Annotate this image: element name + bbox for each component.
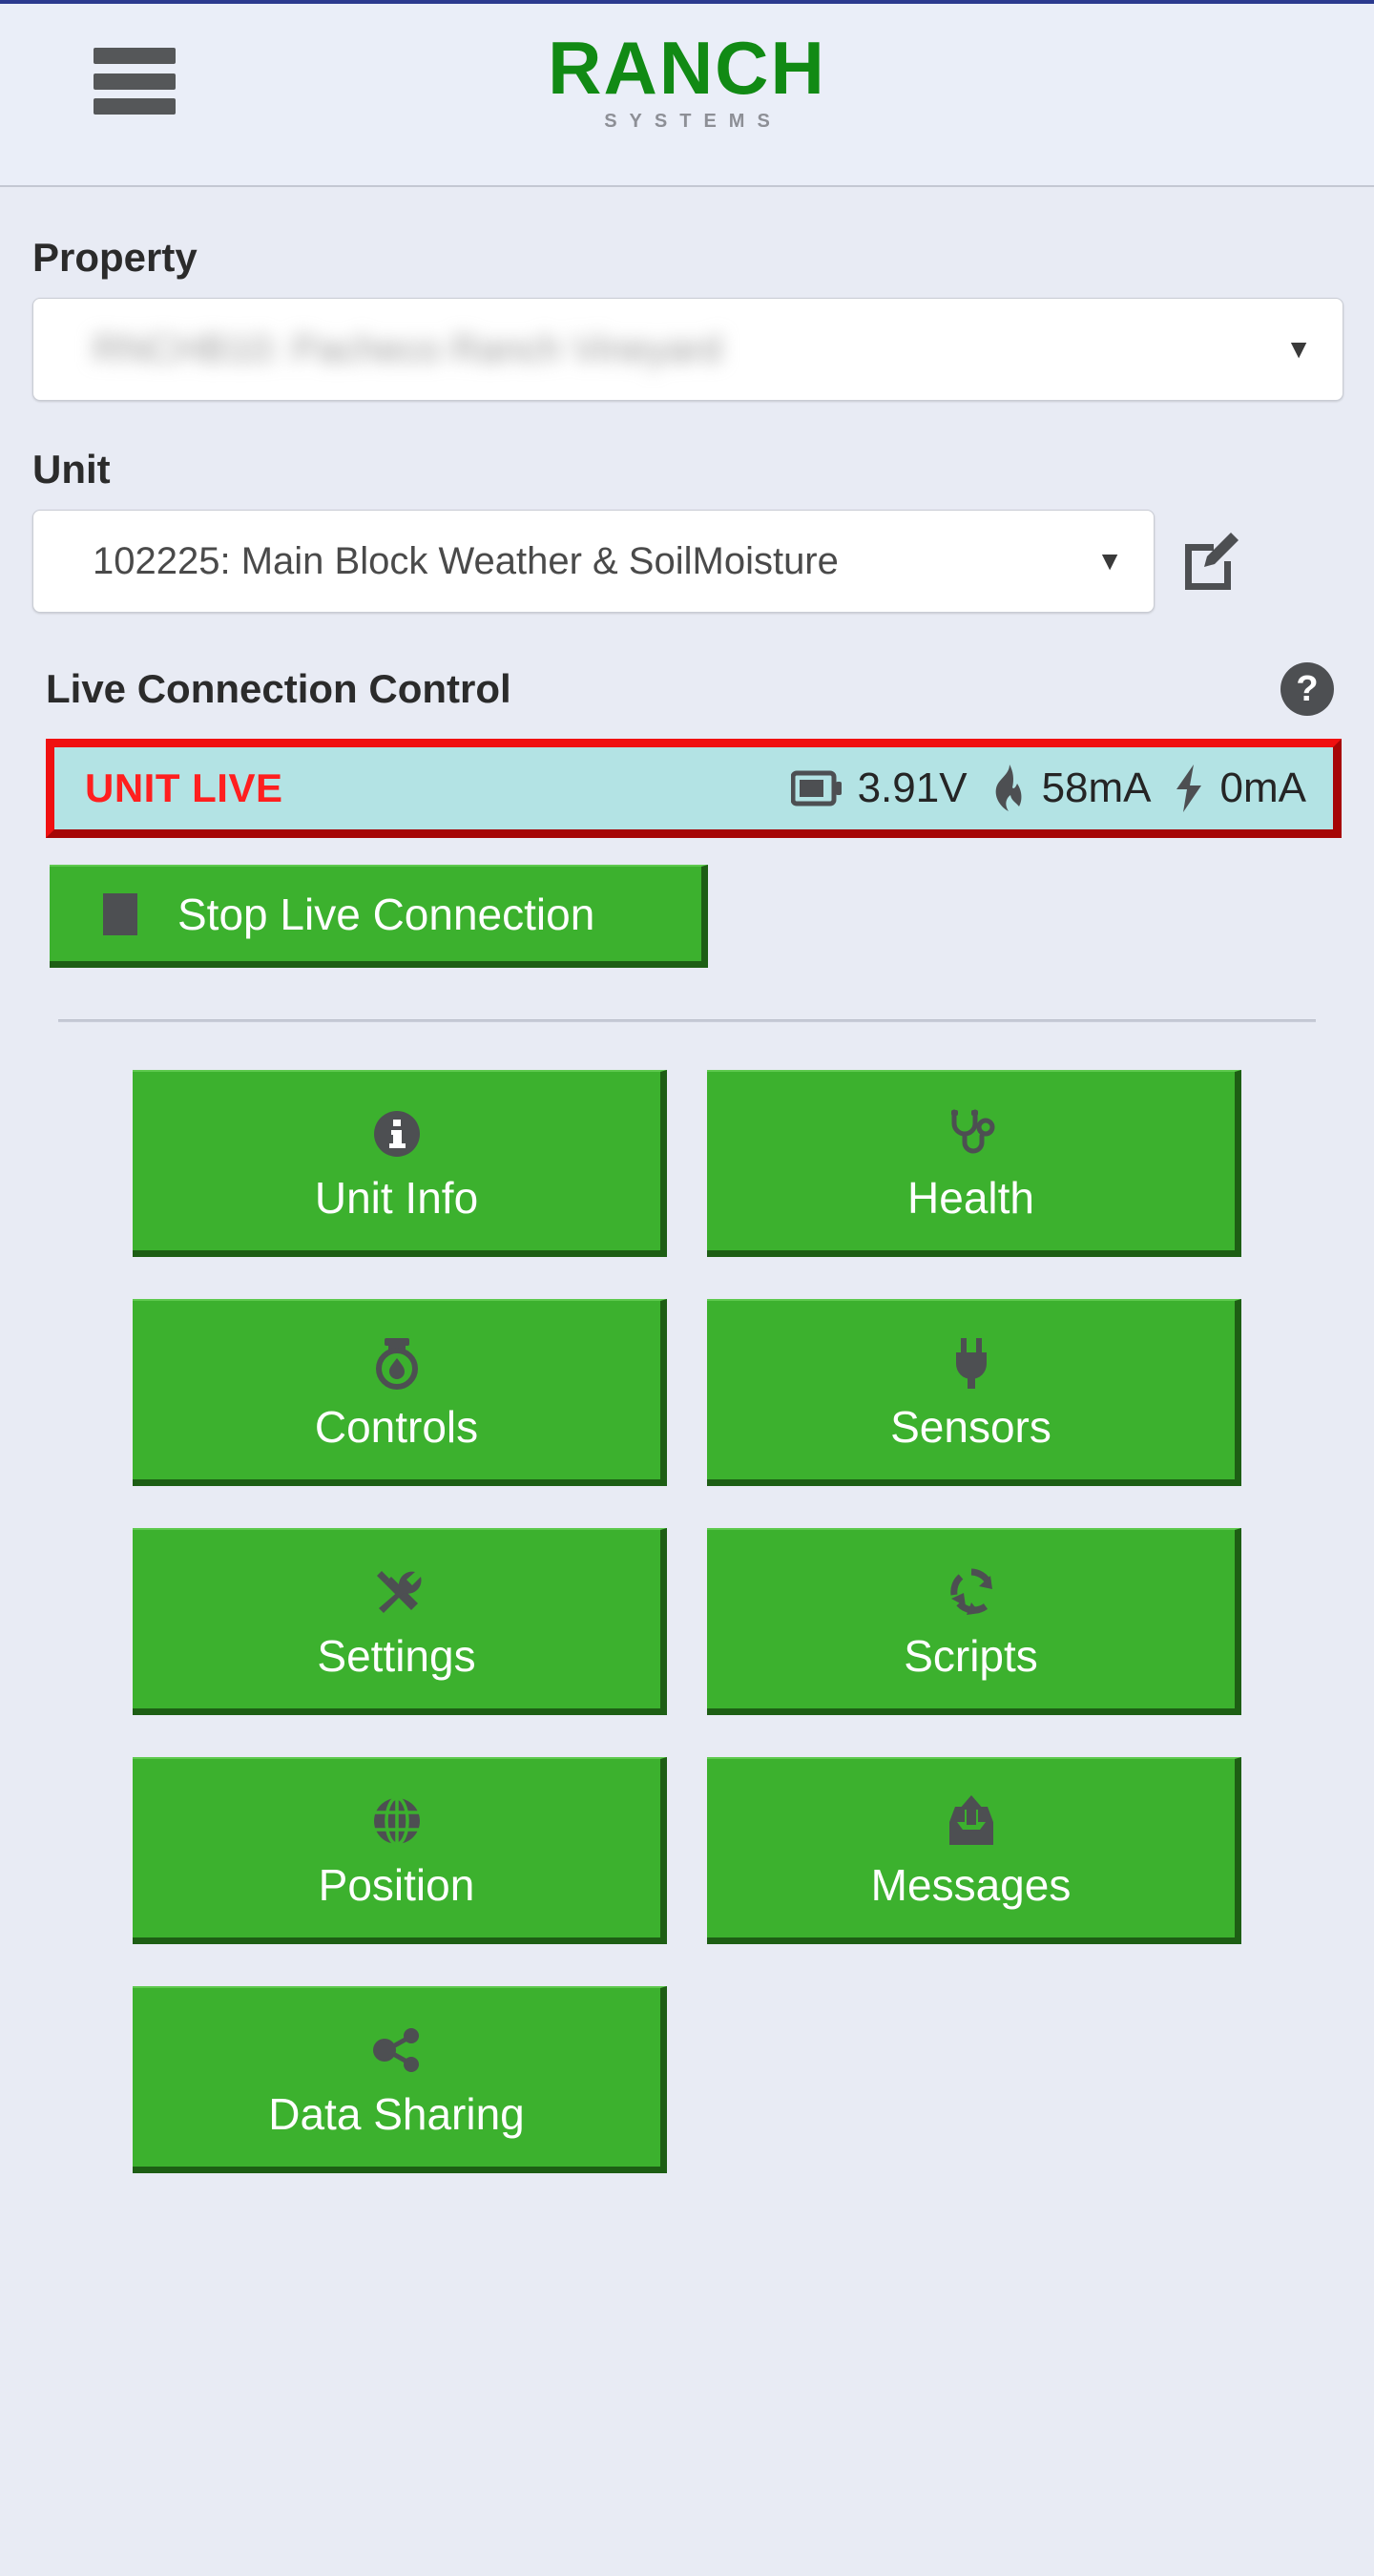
unit-select[interactable]: 102225: Main Block Weather & SoilMoistur… <box>32 510 1155 613</box>
menu-button-settings[interactable]: Settings <box>133 1528 667 1715</box>
chevron-down-icon: ▼ <box>1285 334 1312 364</box>
charge-value: 0mA <box>1219 764 1306 811</box>
menu-label: Health <box>907 1172 1034 1223</box>
section-divider <box>58 1019 1316 1022</box>
status-badge: UNIT LIVE <box>85 765 283 810</box>
menu-label: Settings <box>317 1630 476 1681</box>
stop-live-connection-label: Stop Live Connection <box>177 889 595 939</box>
property-select[interactable]: RNCHB10: Pacheco Ranch Vineyard ▼ <box>32 298 1343 401</box>
flame-icon <box>995 764 1022 811</box>
lightning-bolt-icon <box>1176 764 1201 812</box>
property-select-value: RNCHB10: Pacheco Ranch Vineyard <box>93 327 722 370</box>
current-value: 58mA <box>1041 764 1152 811</box>
battery-value: 3.91V <box>857 764 968 811</box>
stop-live-connection-button[interactable]: Stop Live Connection <box>50 865 708 968</box>
refresh-cycle-icon <box>946 1562 997 1622</box>
menu-button-messages[interactable]: Messages <box>707 1757 1241 1944</box>
property-select-row: RNCHB10: Pacheco Ranch Vineyard ▼ <box>0 298 1374 401</box>
menu-label: Sensors <box>890 1401 1051 1452</box>
main-content: Property RNCHB10: Pacheco Ranch Vineyard… <box>0 189 1374 2173</box>
menu-button-sensors[interactable]: Sensors <box>707 1299 1241 1486</box>
charge-metric: 0mA <box>1173 764 1306 813</box>
app-header: RANCH SYSTEMS <box>0 4 1374 187</box>
menu-label: Scripts <box>904 1630 1038 1681</box>
unit-label: Unit <box>32 447 111 492</box>
menu-label: Messages <box>870 1859 1072 1910</box>
outbox-upload-icon <box>945 1791 998 1851</box>
stethoscope-icon <box>945 1104 998 1163</box>
live-metrics: 3.91V 58mA 0mA <box>790 764 1306 813</box>
menu-label: Controls <box>314 1401 479 1452</box>
battery-icon <box>790 770 842 806</box>
menu-button-unit-info[interactable]: Unit Info <box>133 1070 667 1257</box>
logo-secondary-text: SYSTEMS <box>604 111 782 132</box>
live-connection-title: Live Connection Control <box>46 666 511 711</box>
live-connection-header: Live Connection Control ? <box>0 662 1374 716</box>
app-root: RANCH SYSTEMS Property RNCHB10: Pacheco … <box>0 0 1374 2576</box>
edit-pencil-icon[interactable] <box>1179 531 1240 592</box>
stop-square-icon <box>103 892 137 935</box>
menu-button-data-sharing[interactable]: Data Sharing <box>133 1986 667 2173</box>
help-icon[interactable]: ? <box>1280 662 1334 716</box>
unit-live-status-bar: UNIT LIVE 3.91V 58mA 0mA <box>46 739 1342 838</box>
property-label: Property <box>32 235 198 280</box>
brand-logo: RANCH SYSTEMS <box>0 29 1374 133</box>
current-metric: 58mA <box>989 764 1152 813</box>
menu-label: Position <box>318 1859 475 1910</box>
unit-select-row: 102225: Main Block Weather & SoilMoistur… <box>0 510 1374 613</box>
chevron-down-icon: ▼ <box>1096 546 1123 576</box>
battery-metric: 3.91V <box>790 764 968 812</box>
menu-label: Unit Info <box>314 1172 479 1223</box>
menu-grid: Unit Info Health Controls Sensors Settin… <box>0 1070 1374 2173</box>
menu-button-health[interactable]: Health <box>707 1070 1241 1257</box>
menu-button-controls[interactable]: Controls <box>133 1299 667 1486</box>
logo-primary-text: RANCH <box>548 26 826 110</box>
power-plug-icon <box>948 1333 994 1393</box>
share-nodes-icon <box>370 2021 424 2080</box>
wrench-screwdriver-icon <box>371 1562 423 1622</box>
menu-label: Data Sharing <box>268 2088 525 2139</box>
menu-button-scripts[interactable]: Scripts <box>707 1528 1241 1715</box>
menu-button-position[interactable]: Position <box>133 1757 667 1944</box>
globe-icon <box>371 1791 423 1851</box>
unit-select-value: 102225: Main Block Weather & SoilMoistur… <box>93 539 839 582</box>
info-circle-icon <box>373 1104 421 1163</box>
valve-water-drop-icon <box>372 1333 422 1393</box>
